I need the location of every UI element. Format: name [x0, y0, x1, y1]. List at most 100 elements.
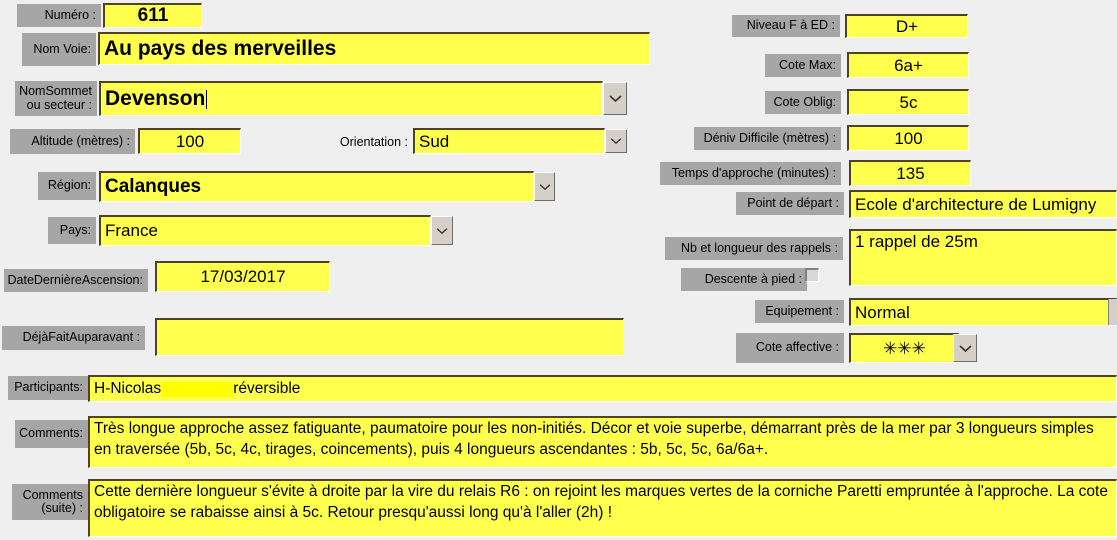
cote-max-field[interactable]: 6a+ [847, 52, 969, 78]
cote-affective-dropdown-button[interactable] [953, 334, 977, 362]
point-depart-label-text: Point de départ : [747, 195, 839, 210]
deniv-difficile-field[interactable]: 100 [847, 125, 969, 151]
nom-voie-value: Au pays des merveilles [104, 37, 337, 60]
temps-approche-value: 135 [896, 163, 925, 183]
region-field[interactable]: Calanques [99, 171, 534, 202]
equipement-value: Normal [855, 302, 910, 322]
numero-field[interactable]: 611 [103, 3, 202, 28]
orientation-value: Sud [419, 131, 450, 151]
comments-suite-label-line2: (suite) : [41, 501, 83, 515]
chevron-down-icon [436, 227, 448, 234]
region-label-text: Région: [47, 178, 91, 193]
cote-affective-label-text: Cote affective : [755, 340, 839, 355]
pays-label-text: Pays: [59, 222, 91, 237]
cote-max-value: 6a+ [894, 55, 923, 75]
rappels-label-text: Nb et longueur des rappels : [680, 240, 838, 255]
deja-fait-auparavant-label-text: DéjàFaitAuparavant : [22, 330, 140, 345]
rappels-field[interactable]: 1 rappel de 25m [849, 229, 1117, 286]
region-dropdown-button[interactable] [534, 172, 555, 201]
cote-affective-label: Cote affective : [736, 333, 844, 363]
pays-field[interactable]: France [99, 215, 431, 246]
nom-voie-label: Nom Voie: [22, 33, 96, 66]
participants-value-before: H-Nicolas [94, 380, 162, 397]
deja-fait-auparavant-field[interactable] [155, 318, 624, 356]
date-derniere-ascension-label: DateDernièreAscension: [4, 269, 148, 292]
comments-field[interactable]: Très longue approche assez fatiguante, p… [88, 416, 1117, 468]
cote-oblig-field[interactable]: 5c [847, 89, 969, 115]
cote-oblig-label-text: Cote Oblig: [773, 94, 836, 109]
chevron-down-icon [958, 344, 972, 352]
chevron-down-icon [539, 183, 550, 190]
niveau-label-text: Niveau F à ED : [746, 18, 835, 33]
nom-voie-label-text: Nom Voie: [33, 41, 91, 56]
region-label: Région: [38, 172, 96, 200]
comments-label: Comments: [15, 420, 88, 448]
orientation-label-text: Orientation : [339, 134, 408, 149]
chevron-down-icon [610, 138, 622, 145]
deniv-difficile-label-text: Déniv Difficile (mètres) : [703, 130, 836, 145]
equipement-label: Equipement : [755, 300, 844, 323]
niveau-label: Niveau F à ED : [732, 15, 840, 37]
point-depart-label: Point de départ : [736, 192, 844, 215]
date-derniere-ascension-field[interactable]: 17/03/2017 [155, 261, 330, 292]
cote-affective-value: ✳✳✳ [883, 338, 926, 358]
deniv-difficile-value: 100 [894, 128, 923, 148]
altitude-field[interactable]: 100 [138, 128, 241, 154]
participants-value-after: réversible [233, 380, 301, 397]
nom-voie-field[interactable]: Au pays des merveilles [98, 32, 650, 65]
nom-sommet-label-line2: ou secteur : [26, 97, 92, 112]
temps-approche-field[interactable]: 135 [849, 160, 971, 186]
pays-dropdown-button[interactable] [431, 216, 453, 245]
altitude-value: 100 [175, 131, 205, 151]
equipement-field[interactable]: Normal [849, 298, 1117, 326]
nom-sommet-label-line1: NomSommet [19, 84, 92, 99]
numero-label: Numéro : [17, 4, 101, 27]
equipement-label-text: Equipement : [765, 303, 839, 318]
temps-approche-label-text: Temps d'approche (minutes) : [671, 165, 836, 180]
participants-label-text: Participants: [14, 380, 83, 395]
altitude-label: Altitude (mètres) : [10, 129, 135, 154]
descente-a-pied-checkbox[interactable] [805, 268, 819, 282]
niveau-value: D+ [895, 16, 919, 36]
orientation-dropdown-button[interactable] [605, 129, 627, 153]
nom-sommet-label: NomSommet ou secteur : [15, 81, 97, 116]
cote-oblig-value: 5c [899, 92, 918, 112]
comments-value: Très longue approche assez fatiguante, p… [94, 420, 1094, 458]
text-cursor [206, 89, 208, 109]
cote-affective-field[interactable]: ✳✳✳ [849, 333, 959, 363]
descente-a-pied-label-text: Descente à pied : [704, 271, 802, 286]
pays-label: Pays: [48, 217, 96, 244]
nom-sommet-field[interactable]: Devenson [99, 81, 603, 116]
comments-label-text: Comments: [19, 426, 83, 441]
descente-a-pied-label: Descente à pied : [681, 268, 807, 291]
comments-suite-value: Cette dernière longueur s'évite à droite… [94, 483, 1108, 521]
participants-redaction-block [161, 381, 234, 397]
equipement-scroll-strip[interactable] [1108, 299, 1117, 325]
numero-value: 611 [137, 5, 169, 26]
temps-approche-label: Temps d'approche (minutes) : [660, 162, 841, 185]
participants-label: Participants: [8, 376, 88, 400]
region-value: Calanques [105, 176, 202, 197]
date-derniere-ascension-label-text: DateDernièreAscension: [7, 272, 144, 287]
cote-oblig-label: Cote Oblig: [765, 91, 841, 114]
comments-suite-label: Comments (suite) : [12, 484, 88, 520]
deja-fait-auparavant-label: DéjàFaitAuparavant : [2, 326, 145, 350]
point-depart-field[interactable]: Ecole d'architecture de Lumigny [849, 190, 1117, 218]
deniv-difficile-label: Déniv Difficile (mètres) : [694, 127, 841, 150]
numero-label-text: Numéro : [44, 7, 96, 22]
point-depart-value: Ecole d'architecture de Lumigny [855, 194, 1097, 214]
participants-field[interactable]: H-Nicolas réversible [88, 375, 1117, 402]
altitude-label-text: Altitude (mètres) : [31, 133, 130, 148]
chevron-down-icon [608, 95, 622, 103]
cote-max-label-text: Cote Max: [779, 57, 836, 72]
orientation-label: Orientation : [330, 129, 408, 154]
rappels-label: Nb et longueur des rappels : [665, 237, 843, 260]
nom-sommet-value: Devenson [105, 87, 206, 110]
pays-value: France [105, 221, 158, 240]
orientation-field[interactable]: Sud [413, 128, 605, 154]
comments-suite-field[interactable]: Cette dernière longueur s'évite à droite… [88, 479, 1117, 537]
niveau-field[interactable]: D+ [845, 14, 968, 38]
rappels-value: 1 rappel de 25m [855, 232, 978, 251]
nom-sommet-dropdown-button[interactable] [603, 82, 627, 115]
cote-max-label: Cote Max: [765, 54, 841, 77]
